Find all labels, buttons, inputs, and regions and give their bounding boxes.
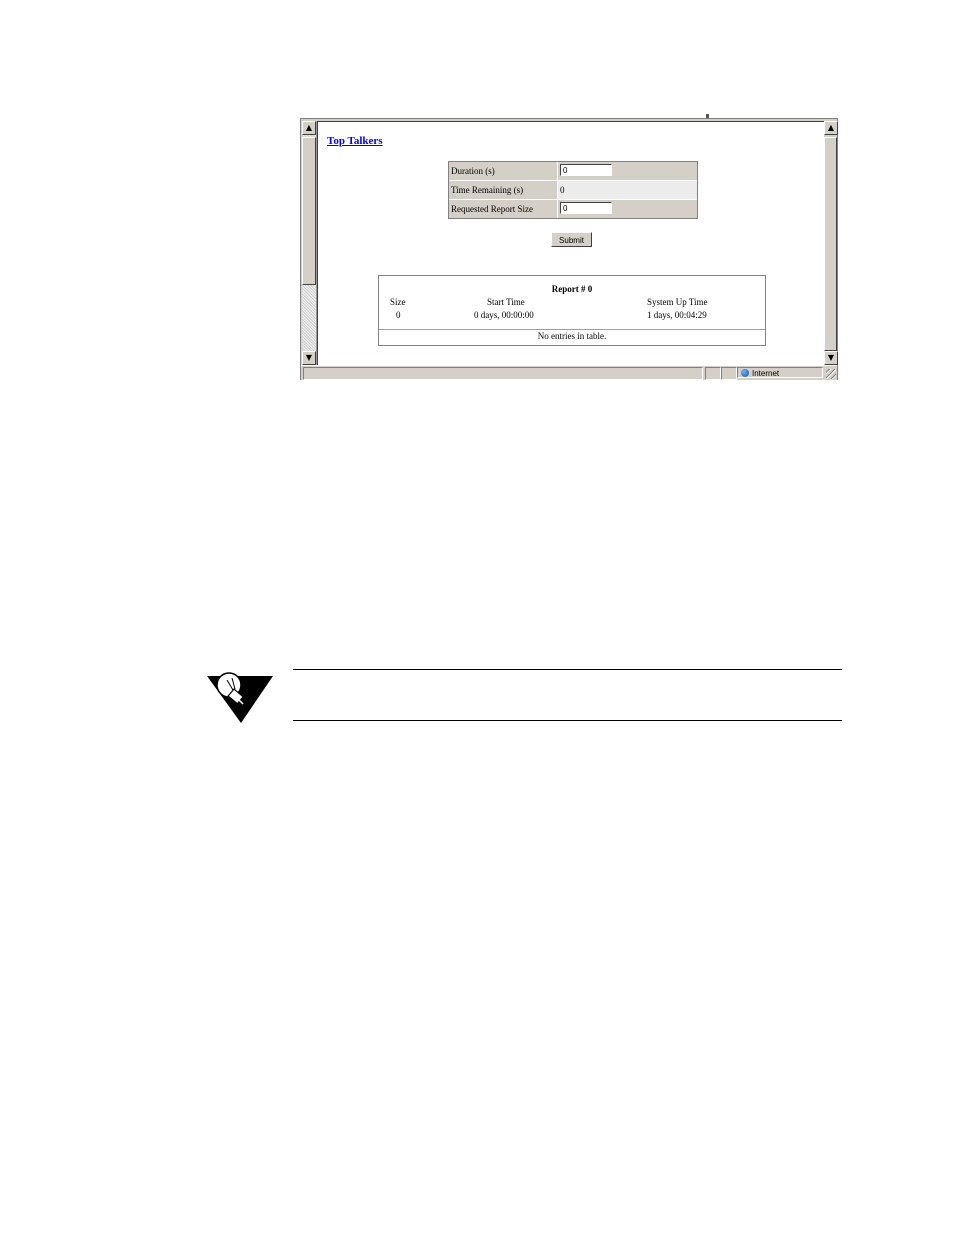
note-bottom-rule: [293, 720, 842, 721]
duration-label: Duration (s): [449, 162, 558, 180]
cell-system-up-time: 1 days, 00:04:29: [647, 310, 707, 320]
form-row-time-remaining: Time Remaining (s) 0: [449, 181, 697, 200]
scroll-up-arrow-icon[interactable]: ▲: [302, 121, 316, 135]
right-scrollbar[interactable]: ▲ ▼: [824, 121, 838, 365]
submit-button[interactable]: Submit: [551, 232, 592, 247]
column-header-size: Size: [390, 297, 406, 307]
status-text-pane: [303, 367, 703, 380]
column-header-system-up-time: System Up Time: [647, 297, 708, 307]
cell-start-time: 0 days, 00:00:00: [474, 310, 534, 320]
status-pane: [705, 367, 721, 380]
column-header-start-time: Start Time: [487, 297, 525, 307]
left-frame-scrollbar[interactable]: ▲ ▼: [302, 121, 317, 365]
report-title: Report # 0: [551, 284, 593, 294]
duration-input[interactable]: 0: [560, 164, 612, 176]
report-size-input[interactable]: 0: [560, 202, 612, 214]
cell-size: 0: [396, 310, 401, 320]
resize-grip-icon[interactable]: [826, 369, 836, 379]
time-remaining-value: 0: [558, 181, 697, 199]
top-talkers-form: Duration (s) 0 Time Remaining (s) 0 Requ…: [448, 161, 698, 219]
status-bar: Internet: [301, 365, 837, 380]
scroll-down-arrow-icon[interactable]: ▼: [302, 351, 316, 365]
lightbulb-icon: [207, 672, 273, 723]
note-icon: [205, 668, 275, 726]
top-talkers-link[interactable]: Top Talkers: [327, 135, 383, 147]
empty-table-message: No entries in table.: [537, 331, 607, 341]
browser-window: ▲ ▼ Top Talkers Duration (s) 0 Time Rema…: [300, 118, 838, 380]
report-table: Report # 0 Size Start Time System Up Tim…: [378, 275, 766, 346]
scroll-up-arrow-icon[interactable]: ▲: [824, 121, 838, 135]
form-row-report-size: Requested Report Size 0: [449, 200, 697, 218]
security-zone-pane: Internet: [737, 367, 823, 378]
status-pane: [721, 367, 737, 380]
note-top-rule: [293, 669, 842, 670]
right-scroll-thumb[interactable]: [824, 137, 837, 351]
form-row-duration: Duration (s) 0: [449, 162, 697, 181]
time-remaining-label: Time Remaining (s): [449, 181, 558, 199]
left-scroll-thumb[interactable]: [302, 137, 316, 285]
globe-icon: [741, 369, 749, 377]
report-size-label: Requested Report Size: [449, 200, 558, 218]
report-divider: [379, 329, 765, 330]
page-content: Top Talkers Duration (s) 0 Time Remainin…: [317, 121, 825, 366]
security-zone-label: Internet: [752, 369, 780, 378]
scroll-down-arrow-icon[interactable]: ▼: [824, 351, 838, 365]
